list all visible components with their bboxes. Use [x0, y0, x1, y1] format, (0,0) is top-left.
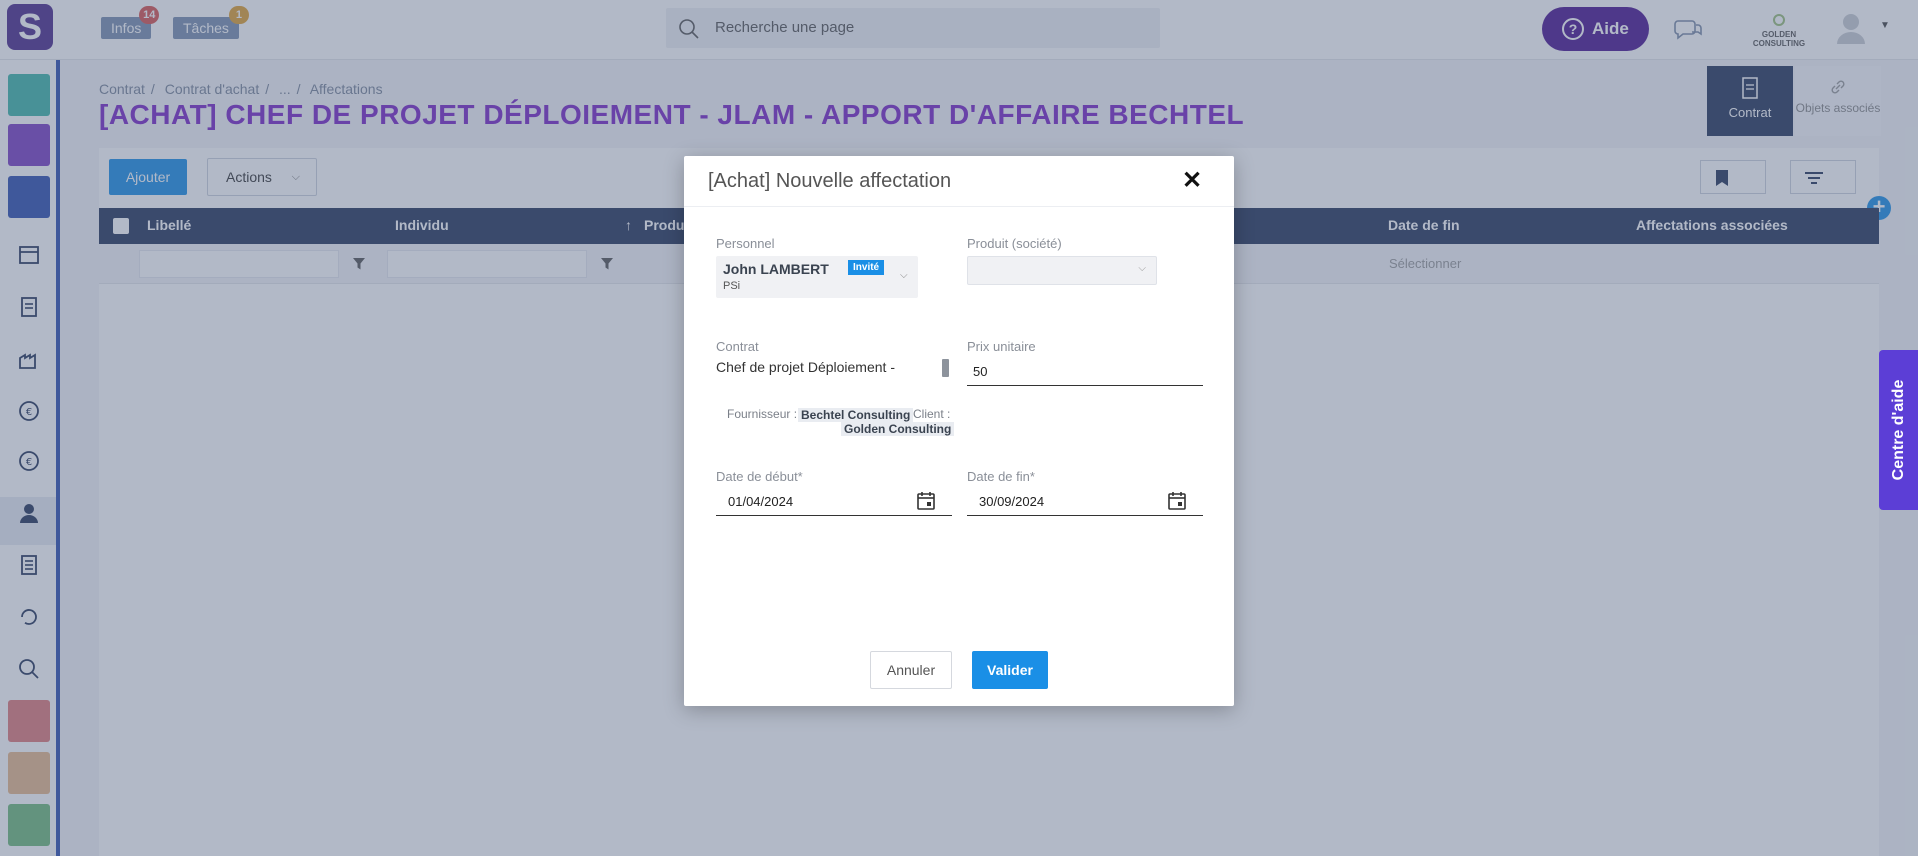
dialog-title: [Achat] Nouvelle affectation	[708, 170, 952, 192]
prix-value: 50	[973, 364, 988, 379]
client-label: Client :	[913, 407, 951, 421]
help-center-tab[interactable]: Centre d'aide	[1879, 350, 1918, 510]
dialog-divider	[684, 206, 1234, 207]
calendar-icon[interactable]	[1167, 491, 1187, 511]
close-icon[interactable]: ✕	[1182, 166, 1202, 195]
prix-label: Prix unitaire	[967, 339, 1036, 354]
personnel-select[interactable]: John LAMBERT Invité PSi ⌵	[716, 256, 918, 298]
help-center-label: Centre d'aide	[1889, 379, 1907, 481]
produit-select[interactable]: ⌵	[967, 256, 1157, 285]
validate-button[interactable]: Valider	[972, 651, 1048, 689]
date-fin-value: 30/09/2024	[979, 494, 1045, 509]
date-fin-input[interactable]: 30/09/2024	[967, 486, 1203, 516]
calendar-icon[interactable]	[916, 491, 936, 511]
personnel-name: John LAMBERT	[723, 261, 829, 277]
fournisseur-label: Fournisseur :	[727, 407, 798, 421]
cancel-button[interactable]: Annuler	[870, 651, 952, 689]
contrat-scrollbar[interactable]	[942, 359, 949, 377]
guest-badge: Invité	[848, 260, 885, 275]
date-fin-label: Date de fin*	[967, 469, 1035, 484]
produit-label: Produit (société)	[967, 236, 1062, 251]
chevron-down-icon: ⌵	[900, 270, 908, 281]
new-assignment-dialog: [Achat] Nouvelle affectation ✕ Personnel…	[684, 156, 1234, 706]
date-debut-value: 01/04/2024	[728, 494, 794, 509]
contrat-label: Contrat	[716, 339, 759, 354]
chevron-down-icon: ⌵	[1138, 263, 1146, 274]
contrat-value: Chef de projet Déploiement - JLAM - Appo…	[716, 359, 926, 380]
date-debut-label: Date de début*	[716, 469, 803, 484]
fournisseur-chip: Bechtel Consulting	[798, 408, 914, 422]
prix-input[interactable]: 50	[967, 356, 1203, 386]
personnel-company: PSi	[723, 280, 741, 292]
date-debut-input[interactable]: 01/04/2024	[716, 486, 952, 516]
client-chip: Golden Consulting	[841, 422, 955, 436]
personnel-label: Personnel	[716, 236, 775, 251]
